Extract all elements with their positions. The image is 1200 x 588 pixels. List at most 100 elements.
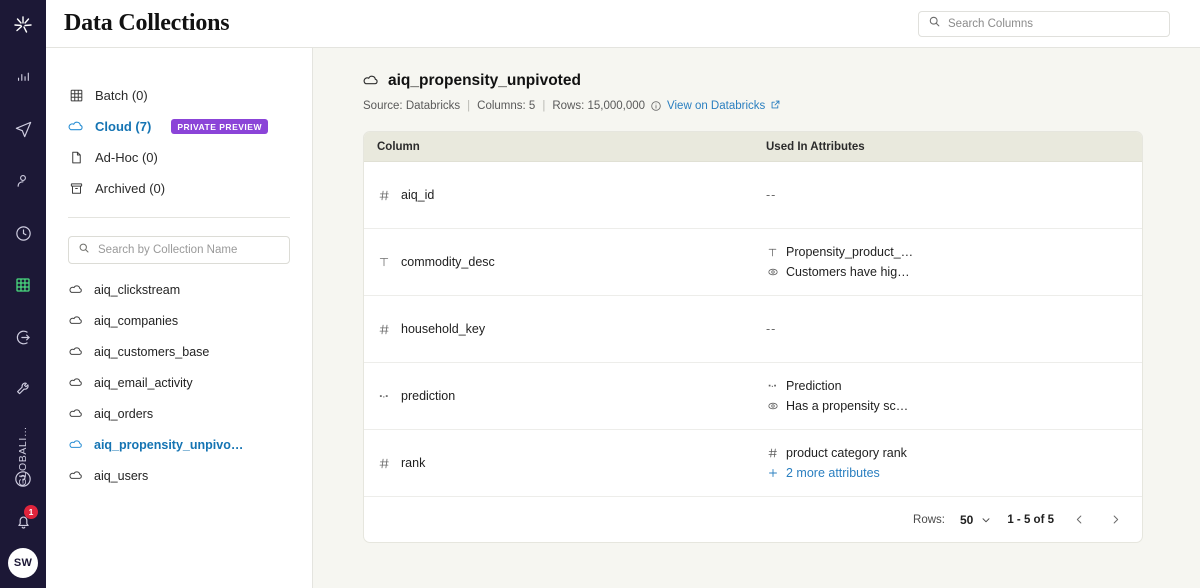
text-type-icon [766,247,779,258]
decimal-type-icon [766,380,779,392]
table-row[interactable]: aiq_id -- [364,162,1142,229]
rows-per-page-label: Rows: [913,514,945,526]
empty-value: -- [766,322,776,336]
attribute-item[interactable]: Propensity_product_… [766,245,1142,259]
cloud-icon [68,376,83,390]
hash-number-icon [377,189,391,202]
notification-count-badge: 1 [24,505,38,519]
nav-item-adhoc[interactable]: Ad-Hoc (0) [68,142,290,173]
link-label: View on Databricks [667,100,765,112]
attribute-label: Propensity_product_… [786,245,913,259]
attribute-item[interactable]: Prediction [766,379,1142,393]
collection-label: aiq_customers_base [94,345,209,359]
nav-item-batch[interactable]: Batch (0) [68,80,290,111]
pagination-prev-button[interactable] [1069,513,1090,526]
collection-search-box[interactable] [68,236,290,264]
decimal-type-icon [377,390,391,403]
nav-item-label: Batch (0) [95,88,148,103]
search-columns-input[interactable] [948,18,1160,30]
meta-columns: Columns: 5 [477,100,535,112]
collection-label: aiq_users [94,469,148,483]
columns-table: Column Used In Attributes aiq_id -- [363,131,1143,543]
attribute-label: Prediction [786,379,842,393]
column-name: prediction [401,389,455,403]
table-row[interactable]: prediction [364,363,1142,430]
table-header-row: Column Used In Attributes [364,132,1142,162]
pagination-next-button[interactable] [1105,513,1126,526]
nav-item-cloud[interactable]: Cloud (7) PRIVATE PREVIEW [68,111,290,142]
cloud-icon [363,73,379,89]
info-circle-icon[interactable] [650,100,662,112]
clock-history-icon[interactable] [10,220,36,246]
list-item[interactable]: aiq_clickstream [68,274,290,305]
nav-divider [68,217,290,218]
send-paper-plane-icon[interactable] [10,116,36,142]
wrench-tool-icon[interactable] [10,376,36,402]
import-arrow-icon[interactable] [10,324,36,350]
meta-rows: Rows: 15,000,000 [552,100,645,112]
list-item[interactable]: aiq_email_activity [68,367,290,398]
private-preview-badge: PRIVATE PREVIEW [171,119,268,134]
list-item[interactable]: aiq_customers_base [68,336,290,367]
page-title: Data Collections [64,10,229,37]
cloud-icon [68,119,84,135]
list-item[interactable]: aiq_orders [68,398,290,429]
body-row: Batch (0) Cloud (7) PRIVATE PREVIEW [46,48,1200,588]
table-row[interactable]: rank product category rank [364,430,1142,497]
attribute-list: product category rank 2 more attributes [766,446,1142,480]
attribute-label: Has a propensity sc… [786,399,908,413]
cell-column-name: rank [364,456,764,470]
sparkle-logo-icon[interactable] [10,12,36,38]
list-item-selected[interactable]: aiq_propensity_unpivo… [68,429,290,460]
list-item[interactable]: aiq_companies [68,305,290,336]
chevron-down-icon [980,514,992,526]
view-on-databricks-link[interactable]: View on Databricks [667,99,781,113]
rows-per-page-select[interactable]: 50 [960,513,992,527]
more-attributes-link[interactable]: 2 more attributes [766,466,1142,480]
global-nav-rail: GLOBALI… 1 SW [0,0,46,588]
more-attributes-label: 2 more attributes [786,466,880,480]
bell-icon[interactable]: 1 [10,508,36,534]
eye-audience-icon [766,400,779,412]
search-columns-box[interactable] [918,11,1170,37]
attribute-item[interactable]: Has a propensity sc… [766,399,1142,413]
attribute-item[interactable]: Customers have hig… [766,265,1142,279]
attribute-item[interactable]: product category rank [766,446,1142,460]
avatar[interactable]: SW [8,548,38,578]
cloud-icon [68,469,83,483]
hash-number-icon [377,457,391,470]
table-row[interactable]: commodity_desc Propensity_product_… [364,229,1142,296]
cell-attributes: -- [764,322,1142,336]
cell-attributes: Propensity_product_… Customers have hig… [764,245,1142,279]
meta-divider: | [467,100,470,112]
dataset-title: aiq_propensity_unpivoted [363,72,1172,90]
archive-box-icon [68,181,84,197]
dataset-detail-panel: aiq_propensity_unpivoted Source: Databri… [313,48,1200,588]
dataset-name: aiq_propensity_unpivoted [388,72,581,90]
cell-column-name: household_key [364,322,764,336]
list-item[interactable]: aiq_users [68,460,290,491]
collection-label: aiq_clickstream [94,283,180,297]
nav-item-label: Archived (0) [95,181,165,196]
collection-label: aiq_companies [94,314,178,328]
person-icon[interactable] [10,168,36,194]
attribute-list: Prediction Has a propensity sc… [766,379,1142,413]
meta-source: Source: Databricks [363,100,460,112]
collection-search-input[interactable] [98,244,280,256]
text-type-icon [377,256,391,268]
column-name: household_key [401,322,485,336]
hash-number-icon [766,447,779,459]
grid-table-icon[interactable] [10,272,36,298]
table-row[interactable]: household_key -- [364,296,1142,363]
grid-icon [68,88,84,104]
attribute-label: Customers have hig… [786,265,910,279]
cell-attributes: -- [764,188,1142,202]
table-pagination: Rows: 50 1 - 5 of 5 [364,497,1142,542]
question-circle-icon[interactable] [13,469,33,494]
collection-type-list: Batch (0) Cloud (7) PRIVATE PREVIEW [46,80,312,204]
cell-column-name: aiq_id [364,188,764,202]
collection-label: aiq_propensity_unpivo… [94,438,243,452]
analytics-icon[interactable] [10,64,36,90]
nav-item-label: Cloud (7) [95,119,151,134]
nav-item-archived[interactable]: Archived (0) [68,173,290,204]
